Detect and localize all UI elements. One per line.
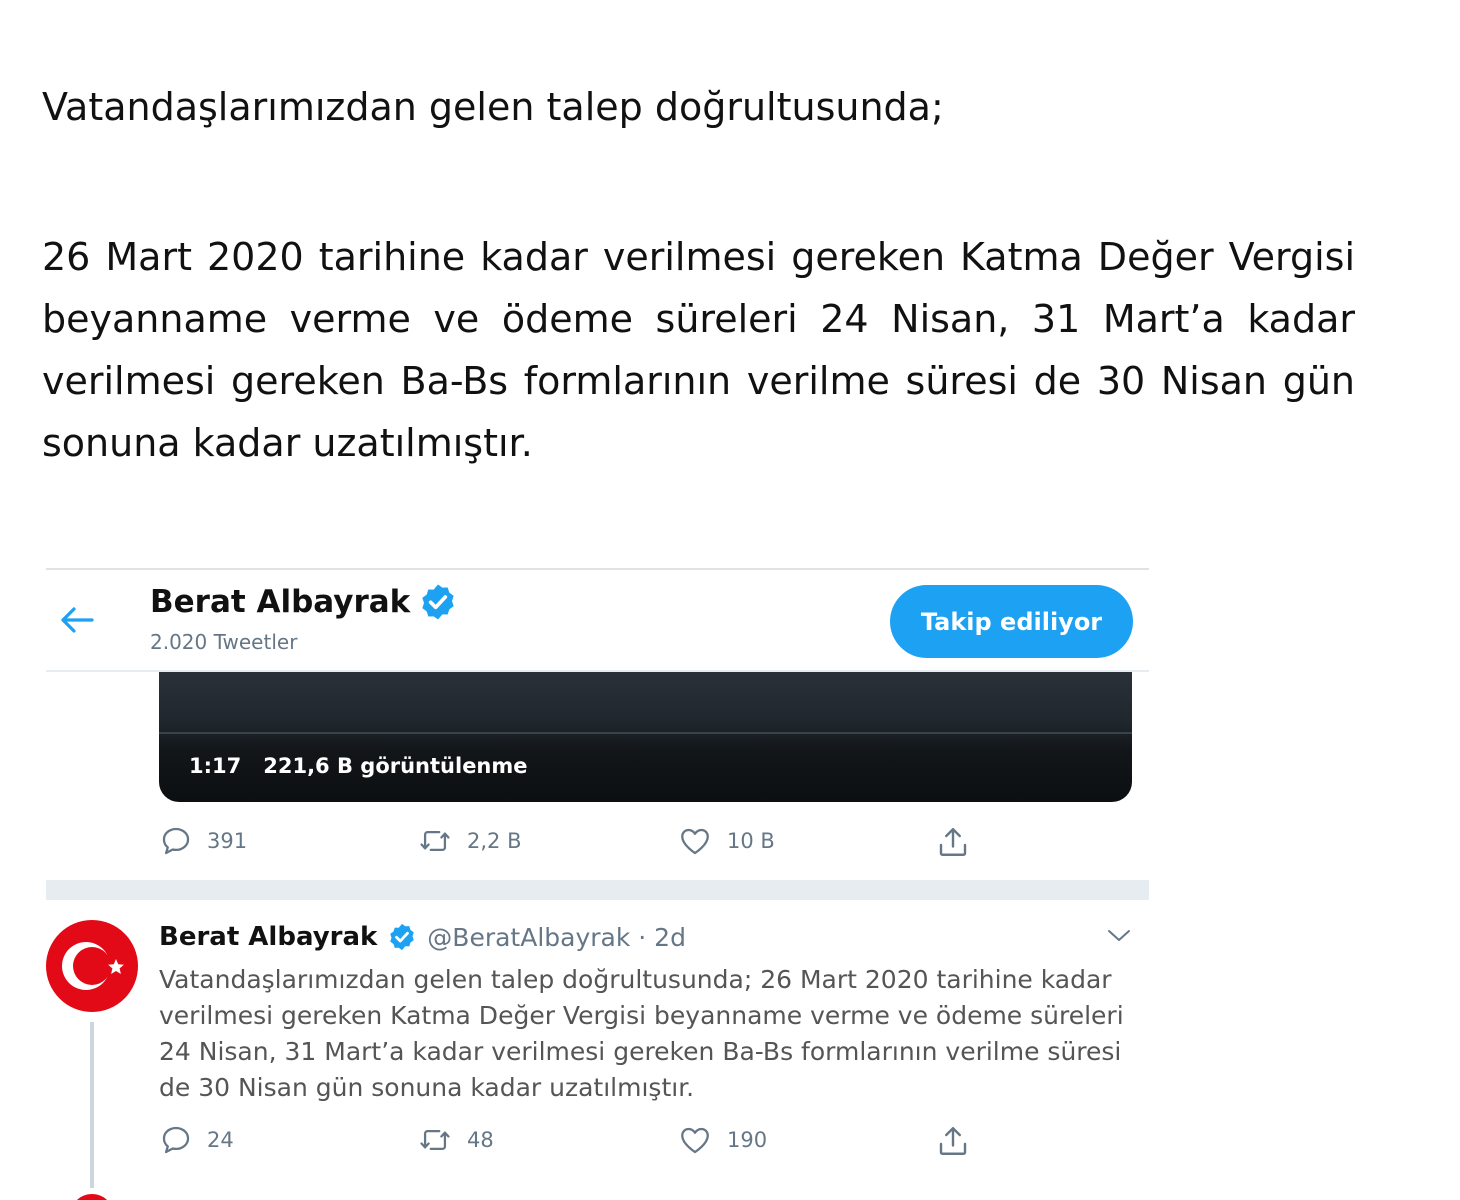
avatar[interactable] <box>46 920 138 1012</box>
tweet-separator <box>46 880 1149 900</box>
reply-count: 391 <box>207 829 248 853</box>
verified-badge-icon <box>422 584 454 620</box>
video-duration: 1:17 <box>189 754 242 778</box>
share-icon <box>939 1127 967 1155</box>
share-button[interactable] <box>935 1123 971 1159</box>
tweet-actions: 24 48 190 <box>159 1123 999 1163</box>
arrow-left-icon <box>61 607 94 633</box>
article-body: 26 Mart 2020 tarihine kadar verilmesi ge… <box>42 235 1355 465</box>
divider <box>46 568 1149 570</box>
tweet-author-name[interactable]: Berat Albayrak <box>159 922 377 952</box>
tweet-count: 2.020 Tweetler <box>150 630 298 654</box>
like-count: 10 B <box>727 829 775 853</box>
video-player[interactable]: 1:17 221,6 B görüntülenme <box>159 672 1132 802</box>
retweet-icon <box>420 1129 450 1151</box>
retweet-button[interactable]: 2,2 B <box>417 824 521 858</box>
video-horizon <box>159 732 1132 734</box>
retweet-count: 2,2 B <box>467 829 522 853</box>
retweet-count: 48 <box>467 1128 494 1152</box>
tweet-header: Berat Albayrak @BeratAlbayrak · 2d <box>159 922 686 952</box>
article-intro: Vatandaşlarımızdan gelen talep doğrultus… <box>42 85 944 129</box>
tweet-handle-time[interactable]: @BeratAlbayrak · 2d <box>427 923 686 952</box>
tweet-text: Vatandaşlarımızdan gelen talep doğrultus… <box>159 965 1124 1102</box>
like-count: 190 <box>727 1128 768 1152</box>
like-button[interactable]: 10 B <box>677 824 775 858</box>
verified-badge-icon <box>390 923 415 951</box>
video-views: 221,6 B görüntülenme <box>263 754 528 778</box>
share-icon <box>939 828 967 856</box>
heart-icon <box>681 1127 709 1154</box>
avatar[interactable] <box>70 1194 114 1200</box>
reply-count: 24 <box>207 1128 234 1152</box>
heart-icon <box>681 828 709 855</box>
following-button[interactable]: Takip ediliyor <box>890 585 1133 658</box>
twitter-screenshot: Berat Albayrak 2.020 Tweetler Takip edil… <box>46 568 1149 1200</box>
reply-icon <box>162 1126 190 1154</box>
retweet-button[interactable]: 48 <box>417 1123 494 1157</box>
back-button[interactable] <box>58 604 94 636</box>
reply-button[interactable]: 24 <box>159 1123 234 1157</box>
chevron-down-icon[interactable] <box>1106 926 1132 944</box>
share-button[interactable] <box>935 824 971 860</box>
retweet-icon <box>420 830 450 852</box>
like-button[interactable]: 190 <box>677 1123 767 1157</box>
video-meta: 1:17 221,6 B görüntülenme <box>189 754 528 778</box>
profile-name-row: Berat Albayrak <box>150 582 458 622</box>
reply-icon <box>162 827 190 855</box>
profile-name: Berat Albayrak <box>150 584 411 620</box>
tweet-actions: 391 2,2 B 10 B <box>159 824 999 864</box>
reply-button[interactable]: 391 <box>159 824 247 858</box>
thread-line <box>90 1022 94 1188</box>
